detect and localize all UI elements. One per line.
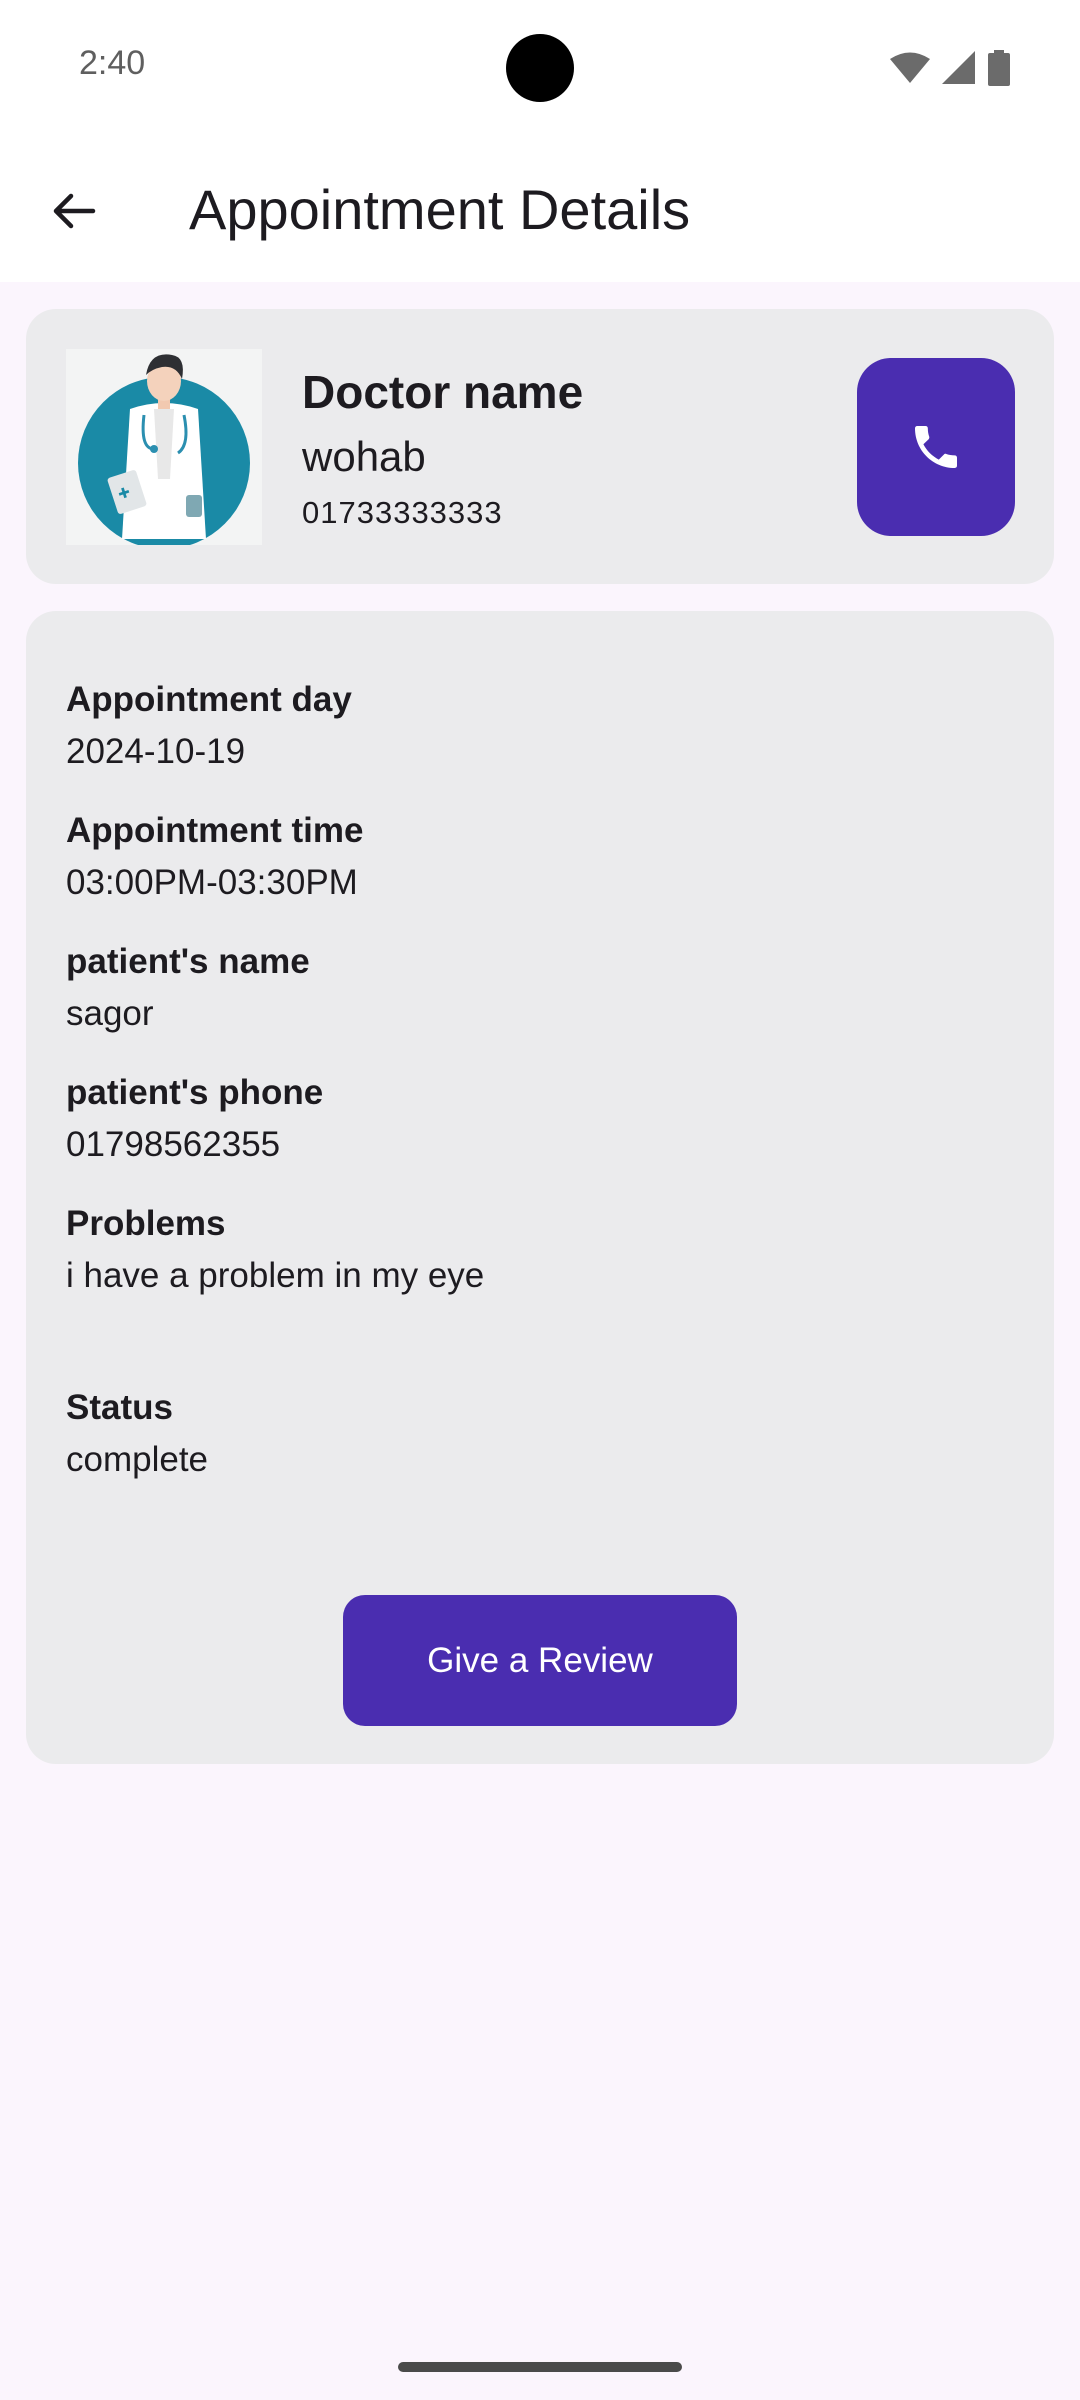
- field-appointment-time: Appointment time 03:00PM-03:30PM: [66, 810, 363, 904]
- call-doctor-button[interactable]: [857, 358, 1015, 536]
- doctor-avatar: ✚: [66, 349, 262, 545]
- field-label: Status: [66, 1388, 173, 1427]
- field-value: 03:00PM-03:30PM: [66, 863, 358, 902]
- field-value: i have a problem in my eye: [66, 1256, 485, 1295]
- camera-cutout: [506, 34, 574, 102]
- field-value: 01798562355: [66, 1125, 281, 1164]
- page-title: Appointment Details: [189, 178, 691, 241]
- field-patient-phone: patient's phone 01798562355: [66, 1072, 323, 1166]
- back-button[interactable]: [38, 176, 108, 246]
- status-bar: 2:40: [0, 0, 1080, 136]
- signal-icon: [942, 51, 975, 84]
- field-label: Appointment day: [66, 680, 352, 719]
- field-problems: Problems i have a problem in my eye: [66, 1203, 484, 1297]
- field-value: complete: [66, 1440, 209, 1479]
- field-patient-name: patient's name sagor: [66, 941, 310, 1035]
- field-label: patient's name: [66, 942, 310, 981]
- battery-icon: [988, 50, 1010, 86]
- give-review-button[interactable]: Give a Review: [343, 1595, 737, 1726]
- doctor-name: wohab: [302, 433, 426, 480]
- status-icons: [890, 50, 1010, 86]
- home-indicator[interactable]: [398, 2362, 682, 2372]
- doctor-name-label: Doctor name: [302, 366, 584, 418]
- field-label: patient's phone: [66, 1073, 324, 1112]
- back-arrow-icon: [53, 193, 96, 229]
- appointment-details-card: Appointment day 2024-10-19 Appointment t…: [26, 611, 1054, 1764]
- status-time: 2:40: [79, 44, 146, 82]
- doctor-phone: 01733333333: [302, 495, 503, 530]
- field-value: 2024-10-19: [66, 732, 246, 771]
- field-label: Problems: [66, 1204, 226, 1243]
- field-appointment-day: Appointment day 2024-10-19: [66, 679, 352, 773]
- app-bar: Appointment Details: [0, 136, 1080, 282]
- field-label: Appointment time: [66, 811, 364, 850]
- phone-icon: [915, 426, 957, 468]
- field-status: Status complete: [66, 1387, 208, 1481]
- doctor-card: ✚ Doctor name wohab 01733333333: [26, 309, 1054, 584]
- wifi-icon: [890, 52, 930, 83]
- field-value: sagor: [66, 994, 154, 1033]
